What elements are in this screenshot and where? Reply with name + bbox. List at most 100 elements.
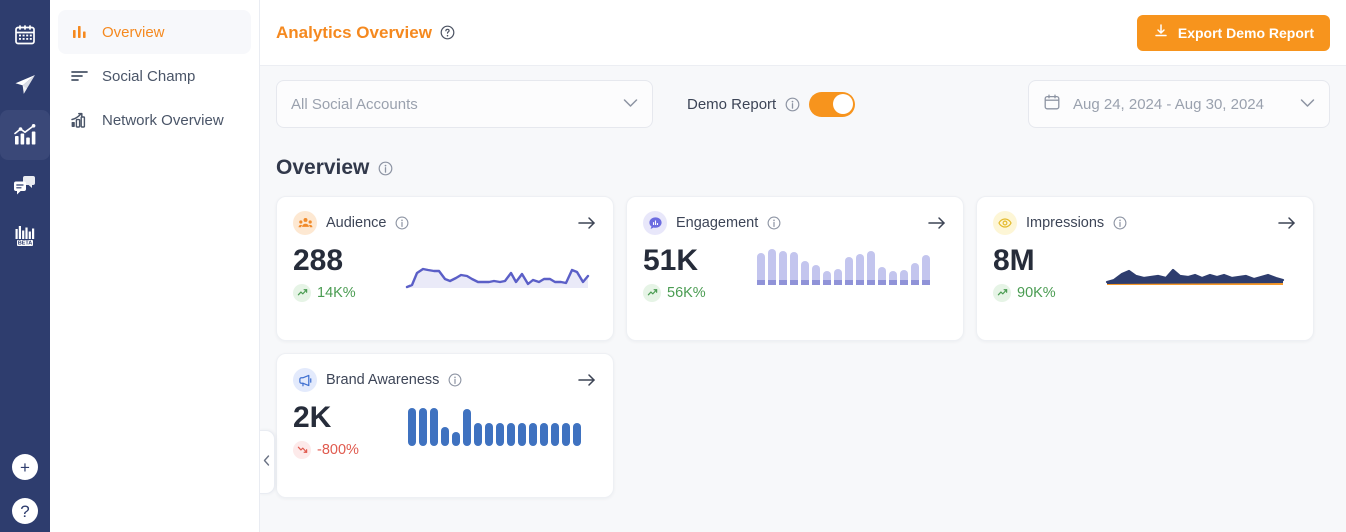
- info-icon[interactable]: [395, 216, 409, 230]
- sidebar-item-label: Social Champ: [102, 67, 196, 85]
- metric-value: 2K: [293, 401, 332, 434]
- metric-value: 8M: [993, 244, 1035, 277]
- overview-header: Overview: [276, 156, 1330, 180]
- engagement-icon: [643, 211, 667, 235]
- overview-section: Overview Audience 288 14K% Engagement 51…: [260, 142, 1346, 498]
- card-title: Impressions: [1026, 215, 1105, 231]
- card-header: Audience: [293, 211, 597, 235]
- info-icon[interactable]: [767, 216, 781, 230]
- social-accounts-value: All Social Accounts: [291, 95, 418, 113]
- trend-up-icon: [643, 283, 661, 302]
- analytics-icon: [12, 122, 38, 148]
- svg-text:BETA: BETA: [18, 241, 32, 247]
- card-title: Audience: [326, 215, 387, 231]
- card-open-arrow-icon[interactable]: [577, 372, 597, 388]
- demo-report-label: Demo Report: [687, 95, 777, 113]
- metric-column: 2K -800%: [293, 402, 401, 459]
- calendar-icon: [13, 23, 37, 47]
- metric-card-audience[interactable]: Audience 288 14K%: [276, 196, 614, 341]
- trend-badge: -800%: [293, 440, 401, 459]
- add-button[interactable]: +: [12, 454, 38, 480]
- sidebar-collapse-toggle[interactable]: [260, 430, 275, 494]
- brand-awareness-bar-chart: [405, 404, 583, 457]
- date-range-value: Aug 24, 2024 - Aug 30, 2024: [1073, 95, 1264, 113]
- bar-chart-icon: [70, 23, 90, 41]
- rail-bottom-actions: + ?: [0, 454, 50, 524]
- secondary-sidebar: Overview Social Champ Network Overview: [50, 0, 260, 532]
- chevron-down-icon: [623, 95, 638, 113]
- metric-card-engagement[interactable]: Engagement 51K 56K%: [626, 196, 964, 341]
- page-title: Analytics Overview: [276, 23, 455, 43]
- sidebar-item-overview[interactable]: Overview: [58, 10, 251, 54]
- app-root: BETA + ? Overview Social Champ Network O…: [0, 0, 1346, 532]
- trend-value: 90K%: [1017, 284, 1056, 301]
- impressions-eye-icon: [993, 211, 1017, 235]
- page-title-text: Analytics Overview: [276, 22, 432, 42]
- engagement-bar-chart: [755, 247, 931, 296]
- trend-down-icon: [293, 440, 311, 459]
- publish-icon: [12, 72, 38, 98]
- toggle-knob: [832, 94, 853, 114]
- rail-item-reports[interactable]: BETA: [0, 210, 50, 260]
- card-open-arrow-icon[interactable]: [577, 215, 597, 231]
- impressions-area-chart: [1105, 247, 1287, 296]
- audience-sparkline-chart: [405, 247, 591, 296]
- export-demo-report-button[interactable]: Export Demo Report: [1136, 14, 1330, 51]
- demo-report-toggle[interactable]: [809, 91, 856, 117]
- metric-column: 8M 90K%: [993, 245, 1101, 302]
- card-header: Brand Awareness: [293, 368, 597, 392]
- sidebar-item-social-champ[interactable]: Social Champ: [58, 54, 251, 98]
- chevron-down-icon: [1300, 95, 1315, 113]
- sidebar-item-network-overview[interactable]: Network Overview: [58, 98, 251, 142]
- engage-icon: [12, 172, 38, 198]
- metric-card-grid: Audience 288 14K% Engagement 51K 56K% Im…: [276, 196, 1330, 498]
- sidebar-item-label: Overview: [102, 23, 165, 41]
- info-icon[interactable]: [448, 373, 462, 387]
- info-icon[interactable]: [785, 97, 800, 112]
- metric-card-impressions[interactable]: Impressions 8M 90K%: [976, 196, 1314, 341]
- metric-column: 51K 56K%: [643, 245, 751, 302]
- calendar-icon: [1043, 93, 1061, 116]
- export-button-label: Export Demo Report: [1177, 24, 1314, 41]
- megaphone-icon: [293, 368, 317, 392]
- trend-up-icon: [293, 283, 311, 302]
- trend-badge: 90K%: [993, 283, 1101, 302]
- info-icon[interactable]: [378, 161, 393, 176]
- sidebar-item-label: Network Overview: [102, 111, 224, 129]
- metric-card-brand-awareness[interactable]: Brand Awareness 2K -800%: [276, 353, 614, 498]
- card-header: Engagement: [643, 211, 947, 235]
- main-content: Analytics Overview Export Demo Report Al…: [260, 0, 1346, 532]
- trend-badge: 14K%: [293, 283, 401, 302]
- trend-value: 14K%: [317, 284, 356, 301]
- demo-report-control: Demo Report: [687, 91, 856, 117]
- reports-beta-icon: BETA: [12, 222, 38, 248]
- help-circle-icon[interactable]: [440, 25, 455, 40]
- rail-item-analytics[interactable]: [0, 110, 50, 160]
- help-button[interactable]: ?: [12, 498, 38, 524]
- primary-icon-rail: BETA + ?: [0, 0, 50, 532]
- card-body: 51K 56K%: [643, 245, 947, 302]
- audience-icon: [293, 211, 317, 235]
- metric-value: 288: [293, 244, 344, 277]
- card-open-arrow-icon[interactable]: [1277, 215, 1297, 231]
- chevron-left-icon: [263, 453, 270, 471]
- trend-up-icon: [993, 283, 1011, 302]
- date-range-picker[interactable]: Aug 24, 2024 - Aug 30, 2024: [1028, 80, 1330, 128]
- rail-item-engage[interactable]: [0, 160, 50, 210]
- card-body: 8M 90K%: [993, 245, 1297, 302]
- rail-item-publish[interactable]: [0, 60, 50, 110]
- page-topbar: Analytics Overview Export Demo Report: [260, 0, 1346, 66]
- card-open-arrow-icon[interactable]: [927, 215, 947, 231]
- social-accounts-select[interactable]: All Social Accounts: [276, 80, 653, 128]
- info-icon[interactable]: [1113, 216, 1127, 230]
- filter-bar: All Social Accounts Demo Report Aug 24, …: [260, 66, 1346, 142]
- list-icon: [70, 67, 90, 85]
- card-title: Engagement: [676, 215, 759, 231]
- card-header: Impressions: [993, 211, 1297, 235]
- metric-value: 51K: [643, 244, 699, 277]
- growth-chart-icon: [70, 111, 90, 129]
- rail-item-calendar[interactable]: [0, 10, 50, 60]
- rail-icon-list: BETA: [0, 0, 50, 260]
- card-body: 2K -800%: [293, 402, 597, 459]
- section-title: Overview: [276, 156, 370, 179]
